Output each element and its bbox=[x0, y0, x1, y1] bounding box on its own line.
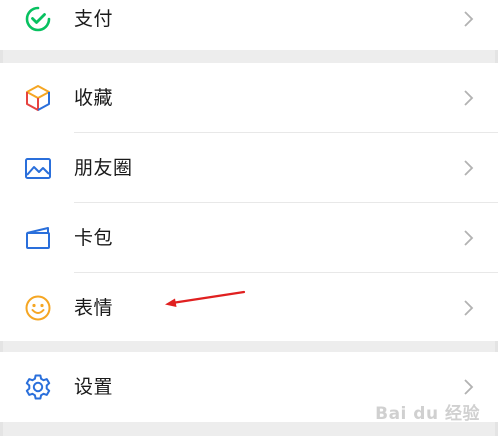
menu-item-cards-label: 卡包 bbox=[74, 227, 114, 249]
menu-item-cards[interactable]: 卡包 bbox=[0, 203, 498, 273]
menu-item-favorites[interactable]: 收藏 bbox=[0, 63, 498, 133]
menu-item-moments[interactable]: 朋友圈 bbox=[0, 133, 498, 203]
cube-icon bbox=[23, 83, 53, 113]
menu-item-pay[interactable]: 支付 bbox=[0, 0, 498, 54]
chevron-right-icon bbox=[462, 159, 476, 177]
baidu-watermark: Bai du 经验 bbox=[375, 404, 480, 424]
wechat-pay-icon bbox=[23, 4, 53, 34]
gear-icon bbox=[23, 372, 53, 402]
menu-item-settings-label: 设置 bbox=[74, 376, 114, 398]
menu-item-favorites-label: 收藏 bbox=[74, 87, 114, 109]
card-wallet-icon bbox=[23, 223, 53, 253]
chevron-right-icon bbox=[462, 229, 476, 247]
menu-item-pay-label: 支付 bbox=[74, 8, 114, 30]
picture-icon bbox=[23, 153, 53, 183]
chevron-right-icon bbox=[462, 89, 476, 107]
menu-item-moments-label: 朋友圈 bbox=[74, 157, 133, 179]
chevron-right-icon bbox=[462, 299, 476, 317]
chevron-right-icon bbox=[462, 378, 476, 396]
annotation-arrow-icon bbox=[165, 290, 246, 307]
smiley-icon bbox=[23, 293, 53, 323]
chevron-right-icon bbox=[462, 10, 476, 28]
menu-item-stickers-label: 表情 bbox=[74, 297, 114, 319]
pay-group: 支付 bbox=[0, 0, 498, 50]
